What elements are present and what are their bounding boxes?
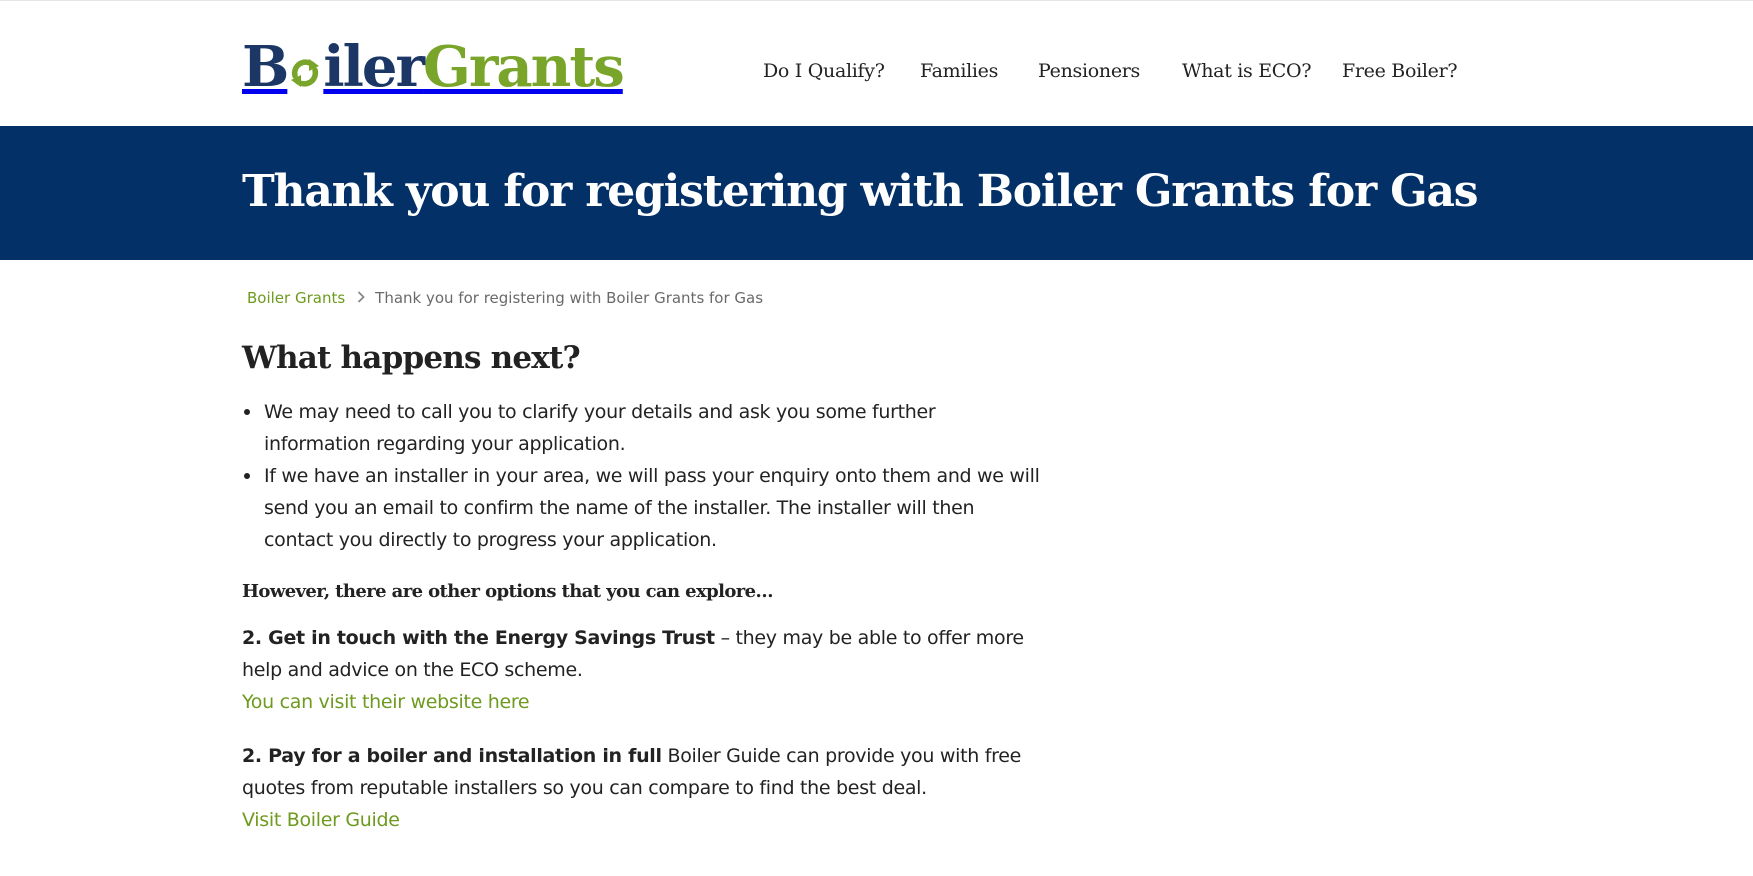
page-title-banner: Thank you for registering with Boiler Gr… (0, 126, 1753, 260)
option-title: 2. Get in touch with the Energy Savings … (242, 627, 715, 649)
section-heading: What happens next? (242, 340, 581, 376)
breadcrumb-home-link[interactable]: Boiler Grants (247, 289, 345, 307)
chevron-right-icon (357, 286, 365, 310)
nav-pensioners[interactable]: Pensioners (1038, 51, 1140, 91)
boiler-guide-link[interactable]: Visit Boiler Guide (242, 804, 1042, 836)
nav-free-boiler[interactable]: Free Boiler? (1342, 51, 1458, 91)
energy-savings-trust-link[interactable]: You can visit their website here (242, 686, 1042, 718)
site-header: B iler Grants Do I Qualify? Families Pen… (0, 1, 1753, 126)
list-item: We may need to call you to clarify your … (242, 396, 1042, 460)
breadcrumb-current: Thank you for registering with Boiler Gr… (375, 289, 764, 307)
page-title: Thank you for registering with Boiler Gr… (242, 166, 1479, 217)
explore-heading: However, there are other options that yo… (242, 581, 774, 602)
option-energy-savings-trust: 2. Get in touch with the Energy Savings … (242, 622, 1042, 686)
main-content: What happens next? We may need to call y… (242, 336, 1042, 836)
nav-what-is-eco[interactable]: What is ECO? (1182, 51, 1312, 91)
breadcrumb: Boiler Grants Thank you for registering w… (247, 286, 763, 310)
list-item: If we have an installer in your area, we… (242, 460, 1042, 556)
nav-families[interactable]: Families (920, 51, 998, 91)
option-pay-in-full: 2. Pay for a boiler and installation in … (242, 740, 1042, 804)
nav-do-i-qualify[interactable]: Do I Qualify? (763, 51, 885, 91)
next-steps-list: We may need to call you to clarify your … (242, 396, 1042, 556)
main-nav: Do I Qualify? Families Pensioners What i… (0, 51, 1753, 91)
option-title: 2. Pay for a boiler and installation in … (242, 745, 662, 767)
